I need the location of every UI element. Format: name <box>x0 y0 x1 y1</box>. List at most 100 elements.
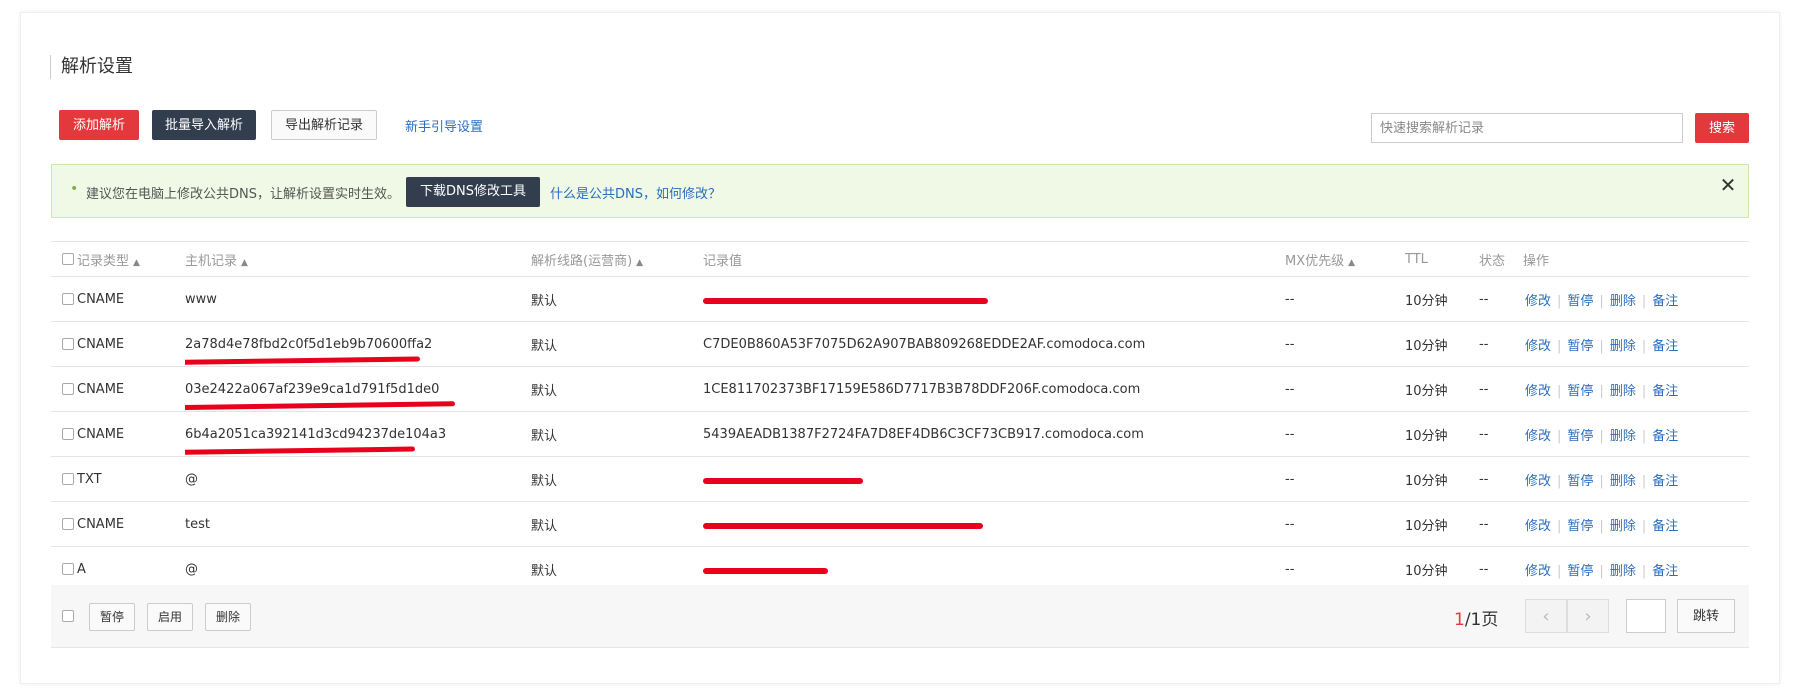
value-cell <box>703 456 1285 502</box>
ops-cell: 修改 | 暂停 | 删除 | 备注 <box>1523 456 1749 502</box>
header-mx[interactable]: MX优先级 ▲ <box>1285 242 1405 277</box>
mx-cell: -- <box>1285 411 1405 457</box>
line-cell: 默认 <box>531 321 703 367</box>
table-row: CNAME test 默认 -- 10分钟 -- 修改 | 暂停 | 删除 | 备注 <box>51 501 1749 547</box>
header-type[interactable]: 记录类型 ▲ <box>77 242 185 277</box>
row-checkbox[interactable] <box>62 293 74 305</box>
batch-import-button[interactable]: 批量导入解析 <box>152 110 256 140</box>
value-cell <box>703 276 1285 322</box>
table-footer: 暂停 启用 删除 1/1页 ‹ › 跳转 <box>51 585 1749 648</box>
edit-link[interactable]: 修改 <box>1525 564 1551 579</box>
next-page-icon[interactable]: › <box>1567 599 1609 633</box>
line-cell: 默认 <box>531 366 703 412</box>
row-checkbox-cell <box>51 411 77 457</box>
separator: | <box>1641 473 1647 489</box>
pause-link[interactable]: 暂停 <box>1567 474 1593 489</box>
page-jump-input[interactable] <box>1626 599 1666 633</box>
note-link[interactable]: 备注 <box>1652 474 1678 489</box>
value-cell: C7DE0B860A53F7075D62A907BAB809268EDDE2AF… <box>703 321 1285 367</box>
mx-cell: -- <box>1285 321 1405 367</box>
note-link[interactable]: 备注 <box>1652 384 1678 399</box>
sort-icon[interactable]: ▲ <box>636 258 643 268</box>
edit-link[interactable]: 修改 <box>1525 429 1551 444</box>
search-input[interactable] <box>1371 113 1683 143</box>
prev-page-icon[interactable]: ‹ <box>1525 599 1567 633</box>
add-record-button[interactable]: 添加解析 <box>59 110 139 140</box>
what-is-public-dns-link[interactable]: 什么是公共DNS，如何修改？ <box>550 183 721 202</box>
delete-link[interactable]: 删除 <box>1610 294 1636 309</box>
header-line[interactable]: 解析线路(运营商) ▲ <box>531 242 703 277</box>
batch-pause-button[interactable]: 暂停 <box>89 603 136 631</box>
footer-select-all-checkbox[interactable] <box>62 610 74 622</box>
delete-link[interactable]: 删除 <box>1610 429 1636 444</box>
type-cell: CNAME <box>77 276 185 322</box>
edit-link[interactable]: 修改 <box>1525 294 1551 309</box>
note-link[interactable]: 备注 <box>1652 564 1678 579</box>
batch-enable-button[interactable]: 启用 <box>147 603 194 631</box>
row-checkbox[interactable] <box>62 428 74 440</box>
sort-icon[interactable]: ▲ <box>1348 258 1355 268</box>
sort-icon[interactable]: ▲ <box>133 258 140 268</box>
note-link[interactable]: 备注 <box>1652 339 1678 354</box>
header-host[interactable]: 主机记录 ▲ <box>185 242 531 277</box>
select-all-checkbox[interactable] <box>62 253 74 265</box>
row-checkbox[interactable] <box>62 473 74 485</box>
close-icon[interactable]: ✕ <box>1718 175 1738 195</box>
note-link[interactable]: 备注 <box>1652 294 1678 309</box>
separator: | <box>1557 473 1562 489</box>
separator: | <box>1599 518 1604 534</box>
guide-settings-link[interactable]: 新手引导设置 <box>405 116 483 135</box>
row-checkbox[interactable] <box>62 518 74 530</box>
sort-icon[interactable]: ▲ <box>241 258 248 268</box>
table-row: CNAME 03e2422a067af239e9ca1d791f5d1de0 默认 1… <box>51 366 1749 412</box>
pause-link[interactable]: 暂停 <box>1567 384 1593 399</box>
separator: | <box>1641 518 1647 534</box>
download-dns-tool-button[interactable]: 下载DNS修改工具 <box>406 177 540 207</box>
row-checkbox[interactable] <box>62 383 74 395</box>
edit-link[interactable]: 修改 <box>1525 519 1551 534</box>
note-link[interactable]: 备注 <box>1652 519 1678 534</box>
pause-link[interactable]: 暂停 <box>1567 294 1593 309</box>
pause-link[interactable]: 暂停 <box>1567 429 1593 444</box>
edit-link[interactable]: 修改 <box>1525 339 1551 354</box>
separator: | <box>1599 563 1604 579</box>
table-row: CNAME 2a78d4e78fbd2c0f5d1eb9b70600ffa2 默认 C… <box>51 321 1749 367</box>
redaction-mark <box>703 298 988 304</box>
dns-notice-banner: • 建议您在电脑上修改公共DNS，让解析设置实时生效。 下载DNS修改工具 什么… <box>51 164 1749 218</box>
ops-cell: 修改 | 暂停 | 删除 | 备注 <box>1523 366 1749 412</box>
search-button[interactable]: 搜索 <box>1695 113 1749 143</box>
delete-link[interactable]: 删除 <box>1610 564 1636 579</box>
pause-link[interactable]: 暂停 <box>1567 564 1593 579</box>
export-records-button[interactable]: 导出解析记录 <box>271 110 377 140</box>
delete-link[interactable]: 删除 <box>1610 474 1636 489</box>
header-ops: 操作 <box>1523 242 1749 277</box>
status-cell: -- <box>1479 366 1523 412</box>
delete-link[interactable]: 删除 <box>1610 519 1636 534</box>
pause-link[interactable]: 暂停 <box>1567 519 1593 534</box>
mx-cell: -- <box>1285 501 1405 547</box>
ttl-cell: 10分钟 <box>1405 276 1479 322</box>
jump-button[interactable]: 跳转 <box>1677 599 1735 633</box>
line-cell: 默认 <box>531 501 703 547</box>
mx-cell: -- <box>1285 456 1405 502</box>
row-checkbox[interactable] <box>62 563 74 575</box>
separator: | <box>1599 428 1604 444</box>
mx-cell: -- <box>1285 366 1405 412</box>
delete-link[interactable]: 删除 <box>1610 339 1636 354</box>
line-cell: 默认 <box>531 456 703 502</box>
separator: | <box>1599 338 1604 354</box>
header-status: 状态 <box>1479 242 1523 277</box>
note-link[interactable]: 备注 <box>1652 429 1678 444</box>
delete-link[interactable]: 删除 <box>1610 384 1636 399</box>
redaction-mark <box>703 568 828 574</box>
separator: | <box>1557 428 1562 444</box>
separator: | <box>1557 518 1562 534</box>
edit-link[interactable]: 修改 <box>1525 474 1551 489</box>
edit-link[interactable]: 修改 <box>1525 384 1551 399</box>
row-checkbox[interactable] <box>62 338 74 350</box>
ops-cell: 修改 | 暂停 | 删除 | 备注 <box>1523 501 1749 547</box>
pause-link[interactable]: 暂停 <box>1567 339 1593 354</box>
separator: | <box>1599 293 1604 309</box>
batch-delete-button[interactable]: 删除 <box>205 603 252 631</box>
total-pages: /1页 <box>1464 610 1499 630</box>
